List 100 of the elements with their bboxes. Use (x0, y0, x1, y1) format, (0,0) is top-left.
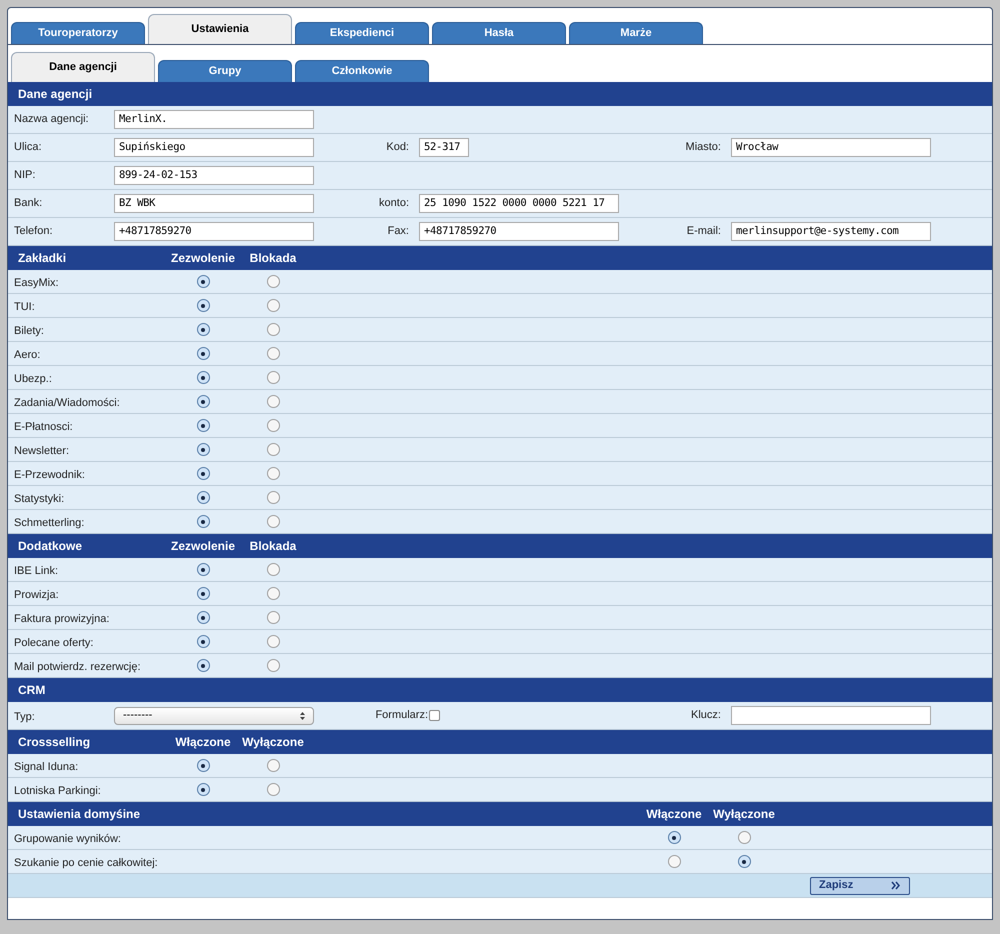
column-header: Włączone (646, 806, 702, 823)
save-button[interactable]: Zapisz (810, 876, 910, 894)
row-label: Mail potwierdz. rezerwcję: (14, 660, 141, 672)
text-field[interactable]: merlinsupport@e-systemy.com (731, 222, 931, 241)
row-label: Lotniska Parkingi: (14, 784, 101, 796)
radio-button[interactable] (266, 443, 280, 456)
tab[interactable]: Grupy (158, 60, 292, 82)
row-label: TUI: (14, 300, 35, 312)
radio-button[interactable] (196, 563, 210, 576)
radio-button[interactable] (266, 635, 280, 648)
column-header: Wyłączone (242, 734, 304, 751)
text-field[interactable]: +48717859270 (114, 222, 314, 241)
radio-button[interactable] (266, 467, 280, 480)
text-field[interactable]: Wrocław (731, 138, 931, 157)
tab[interactable]: Dane agencji (11, 52, 155, 82)
radio-button[interactable] (266, 275, 280, 288)
section-title: Zakładki (18, 251, 66, 265)
radio-button[interactable] (196, 759, 210, 772)
row-label: Aero: (14, 348, 40, 360)
radio-button[interactable] (196, 467, 210, 480)
radio-button[interactable] (266, 759, 280, 772)
radio-button[interactable] (266, 783, 280, 796)
radio-button[interactable] (266, 611, 280, 624)
radio-button[interactable] (266, 299, 280, 312)
row-label: E-Płatnosci: (14, 420, 73, 432)
radio-button[interactable] (266, 515, 280, 528)
row-label: Szukanie po cenie całkowitej: (14, 856, 158, 868)
radio-button[interactable] (196, 371, 210, 384)
tab[interactable]: Touroperatorzy (11, 22, 145, 44)
row-label: Schmetterling: (14, 516, 84, 528)
row-label: Polecane oferty: (14, 636, 94, 648)
tab[interactable]: Ustawienia (148, 14, 292, 44)
radio-button[interactable] (266, 491, 280, 504)
row-label: Bilety: (14, 324, 44, 336)
radio-button[interactable] (196, 659, 210, 672)
field-label: Formularz: (375, 708, 428, 724)
radio-button[interactable] (266, 323, 280, 336)
radio-button[interactable] (196, 587, 210, 600)
radio-button[interactable] (668, 831, 680, 844)
double-chevron-icon (891, 881, 901, 890)
section-title: Dane agencji (17, 86, 92, 103)
radio-button[interactable] (266, 419, 280, 432)
row-label: Newsletter: (14, 444, 70, 456)
text-field[interactable] (731, 706, 931, 725)
row-label: Grupowanie wyników: (14, 832, 121, 844)
radio-button[interactable] (196, 783, 210, 796)
field-label: Bank: (14, 196, 42, 212)
text-field[interactable]: Supińskiego (114, 138, 314, 157)
radio-button[interactable] (196, 347, 210, 360)
tab[interactable]: Hasła (432, 22, 566, 44)
text-field[interactable]: 52-317 (419, 138, 469, 157)
field-label: Typ: (14, 710, 35, 722)
text-field[interactable]: MerlinX. (114, 110, 314, 129)
radio-button[interactable] (196, 635, 210, 648)
section-title: Dodatkowe (18, 539, 82, 553)
row-label: Ubezp.: (14, 372, 52, 384)
row-label: E-Przewodnik: (14, 468, 85, 480)
column-header: Zezwolenie (170, 250, 235, 267)
column-header: Blokada (250, 250, 296, 267)
row-label: Prowizja: (14, 588, 59, 600)
radio-button[interactable] (266, 371, 280, 384)
radio-button[interactable] (196, 323, 210, 336)
text-field[interactable]: 25 1090 1522 0000 0000 5221 17 (419, 194, 619, 213)
radio-button[interactable] (196, 395, 210, 408)
section-title: Ustawienia domyśine (18, 807, 140, 821)
field-label: NIP: (14, 168, 36, 184)
text-field[interactable]: 899-24-02-153 (114, 166, 314, 185)
radio-button[interactable] (266, 395, 280, 408)
tab[interactable]: Ekspedienci (295, 22, 429, 44)
column-header: Zezwolenie (170, 538, 235, 555)
tab[interactable]: Marże (569, 22, 703, 44)
field-label: E-mail: (686, 224, 721, 240)
radio-button[interactable] (738, 831, 750, 844)
radio-button[interactable] (738, 855, 750, 868)
checkbox[interactable] (429, 710, 440, 721)
select-dropdown[interactable]: -------- (114, 706, 314, 724)
radio-button[interactable] (266, 587, 280, 600)
tab[interactable]: Członkowie (295, 60, 429, 82)
radio-button[interactable] (266, 347, 280, 360)
radio-button[interactable] (196, 299, 210, 312)
radio-button[interactable] (196, 611, 210, 624)
text-field[interactable]: +48717859270 (419, 222, 619, 241)
field-label: Klucz: (691, 708, 721, 724)
row-label: Statystyki: (14, 492, 64, 504)
field-label: Fax: (388, 224, 409, 240)
section-title: CRM (17, 682, 46, 699)
section-title: Crossselling (18, 735, 90, 749)
radio-button[interactable] (196, 419, 210, 432)
radio-button[interactable] (196, 443, 210, 456)
radio-button[interactable] (196, 515, 210, 528)
row-label: Zadania/Wiadomości: (14, 396, 120, 408)
text-field[interactable]: BZ WBK (114, 194, 314, 213)
radio-button[interactable] (196, 491, 210, 504)
radio-button[interactable] (668, 855, 680, 868)
field-label: Kod: (386, 140, 409, 156)
radio-button[interactable] (196, 275, 210, 288)
radio-button[interactable] (266, 659, 280, 672)
radio-button[interactable] (266, 563, 280, 576)
column-header: Włączone (175, 734, 231, 751)
row-label: EasyMix: (14, 276, 59, 288)
